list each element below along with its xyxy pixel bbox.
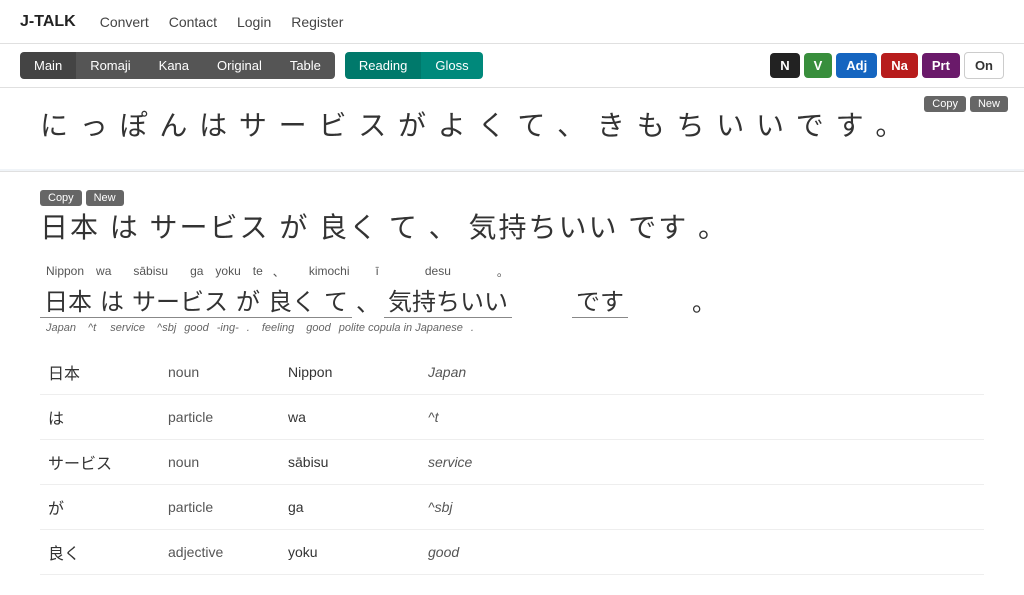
romaji-nippon: Nippon (40, 264, 90, 278)
kanji-te: て (320, 282, 352, 318)
vocab-romaji: ga (280, 484, 420, 529)
vocab-type: adjective (160, 529, 280, 574)
gloss-good: good (180, 322, 212, 334)
vocab-row: 良く adjective yoku good (40, 529, 984, 574)
main-content: Copy New に っ ぽ ん は サ ー ビ ス が よ く て 、 き も… (0, 88, 1024, 595)
new-button-1[interactable]: New (970, 96, 1008, 112)
tab-romaji[interactable]: Romaji (76, 52, 144, 79)
romaji-ii: ī (370, 264, 385, 278)
vocab-type: particle (160, 484, 280, 529)
romaji-row: Nippon wa sābisu ga yoku te 、 kimochi ī … (40, 263, 984, 280)
copy-button-1[interactable]: Copy (924, 96, 966, 112)
vocab-row: が particle ga ^sbj (40, 484, 984, 529)
pos-btn-v[interactable]: V (804, 53, 833, 78)
hiragana-text: に っ ぽ ん は サ ー ビ ス が よ く て 、 き も ち い い で … (40, 104, 984, 149)
tab-kana[interactable]: Kana (145, 52, 203, 79)
vocab-meaning: good (420, 529, 984, 574)
vocab-row: は particle wa ^t (40, 394, 984, 439)
gloss-row: Japan ^t service ^sbj good -ing- . feeli… (40, 322, 984, 334)
kanji-wa: は (96, 282, 128, 318)
romaji-sabisu: sābisu (117, 264, 184, 278)
vocab-word: が (40, 484, 160, 529)
tab-gloss[interactable]: Gloss (421, 52, 482, 79)
nav-convert[interactable]: Convert (100, 14, 149, 30)
vocab-romaji: Nippon (280, 350, 420, 395)
romaji-comma: 、 (269, 263, 289, 280)
vocab-word: は (40, 394, 160, 439)
toolbar: Main Romaji Kana Original Table Reading … (0, 44, 1024, 88)
tab-table[interactable]: Table (276, 52, 335, 79)
brand[interactable]: J-TALK (20, 13, 76, 31)
romaji-ga: ga (184, 264, 209, 278)
romaji-yoku: yoku (209, 264, 246, 278)
vocab-meaning: ^t (420, 394, 984, 439)
reading-tab-group: Reading Gloss (345, 52, 483, 79)
tab-original[interactable]: Original (203, 52, 276, 79)
gloss-dot2: . (467, 322, 478, 334)
kanji-desu: です (572, 282, 628, 318)
gloss-service: service (102, 322, 153, 334)
vocab-type: particle (160, 394, 280, 439)
vocab-word: サービス (40, 439, 160, 484)
pos-button-group: N V Adj Na Prt On (770, 52, 1004, 79)
romaji-wa: wa (90, 264, 117, 278)
kanji-kimochi: 気持ちいい (384, 282, 512, 318)
vocab-word: 良く (40, 529, 160, 574)
section-kanji: Copy New 日本 は サービス が 良く て 、 気持ちいい です 。 N… (0, 172, 1024, 595)
vocab-row: サービス noun sābisu service (40, 439, 984, 484)
vocab-meaning: service (420, 439, 984, 484)
nav-links: Convert Contact Login Register (100, 14, 344, 30)
kanji-yoku: 良く (264, 282, 320, 318)
word-analysis: Nippon wa sābisu ga yoku te 、 kimochi ī … (40, 263, 984, 334)
vocab-romaji: yoku (280, 529, 420, 574)
navbar: J-TALK Convert Contact Login Register (0, 0, 1024, 44)
tab-main[interactable]: Main (20, 52, 76, 79)
section-hiragana: Copy New に っ ぽ ん は サ ー ビ ス が よ く て 、 き も… (0, 88, 1024, 169)
vocab-meaning: ^sbj (420, 484, 984, 529)
nav-contact[interactable]: Contact (169, 14, 217, 30)
pos-btn-na[interactable]: Na (881, 53, 918, 78)
pos-btn-on[interactable]: On (964, 52, 1004, 79)
gloss-ing: -ing- (213, 322, 243, 334)
gloss-feeling: feeling (254, 322, 302, 334)
gloss-t: ^t (82, 322, 102, 334)
view-tab-group: Main Romaji Kana Original Table (20, 52, 335, 79)
romaji-te: te (247, 264, 269, 278)
gloss-sbj: ^sbj (153, 322, 180, 334)
gloss-copula: polite copula in Japanese (335, 322, 467, 334)
copy-new-bar-1: Copy New (924, 96, 1008, 112)
gloss-good2: good (302, 322, 334, 334)
vocab-row: 日本 noun Nippon Japan (40, 350, 984, 395)
tab-reading[interactable]: Reading (345, 52, 421, 79)
romaji-kimochi: kimochi (289, 264, 370, 278)
nav-login[interactable]: Login (237, 14, 271, 30)
pos-btn-n[interactable]: N (770, 53, 799, 78)
vocab-type: noun (160, 439, 280, 484)
romaji-desu: desu (385, 264, 491, 278)
nav-register[interactable]: Register (291, 14, 343, 30)
kanji-ga: が (232, 282, 264, 318)
vocab-meaning: Japan (420, 350, 984, 395)
vocab-romaji: wa (280, 394, 420, 439)
vocab-table: 日本 noun Nippon Japan は particle wa ^t サー… (40, 350, 984, 575)
kanji-nippon: 日本 (40, 282, 96, 318)
vocab-romaji: sābisu (280, 439, 420, 484)
kanji-sabisu: サービス (128, 282, 232, 318)
kanji-comma2: 、 (352, 283, 384, 318)
copy-new-bar-2: Copy New (40, 188, 984, 206)
kanji-underline-row: 日本 は サービス が 良く て 、 気持ちいい です 。 (40, 282, 984, 318)
vocab-word: 日本 (40, 350, 160, 395)
gloss-dot: . (243, 322, 254, 334)
kanji-period: 。 (688, 283, 720, 318)
vocab-type: noun (160, 350, 280, 395)
copy-button-2[interactable]: Copy (40, 190, 82, 206)
romaji-period: 。 (491, 263, 515, 280)
pos-btn-adj[interactable]: Adj (836, 53, 877, 78)
kanji-text: 日本 は サービス が 良く て 、 気持ちいい です 。 (40, 206, 984, 251)
new-button-2[interactable]: New (86, 190, 124, 206)
pos-btn-prt[interactable]: Prt (922, 53, 960, 78)
gloss-japan: Japan (40, 322, 82, 334)
